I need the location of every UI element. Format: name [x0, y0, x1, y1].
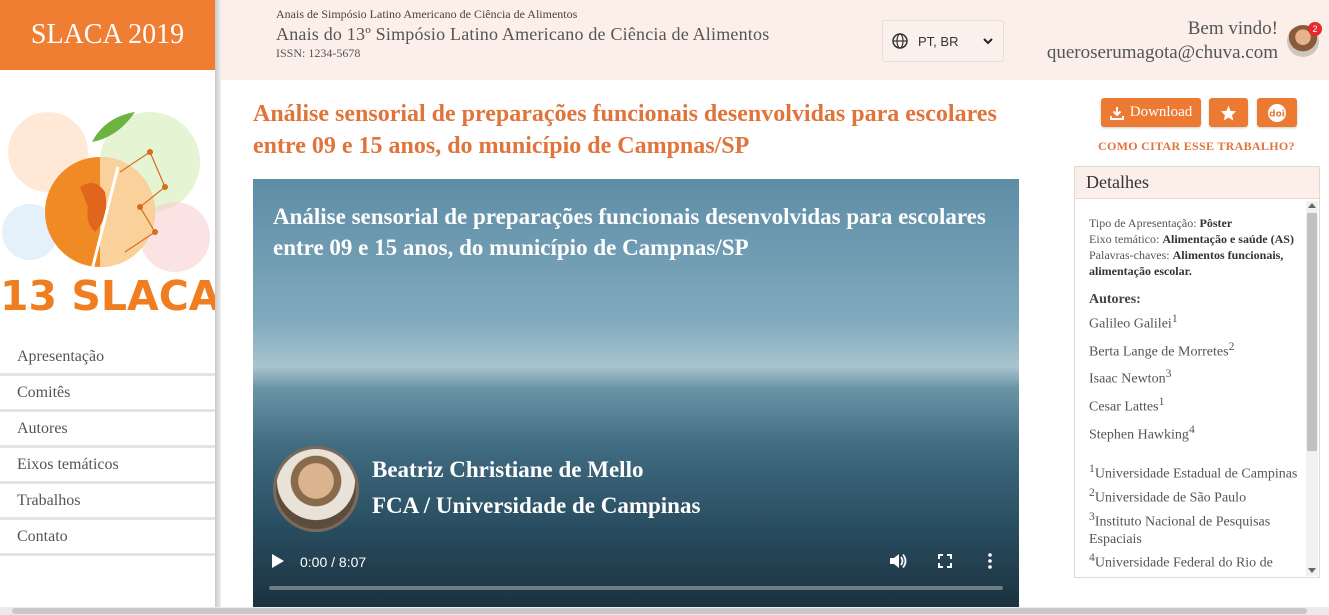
proceedings-subtitle: Anais de Simpósio Latino Americano de Ci… [276, 7, 578, 21]
details-heading: Detalhes [1075, 167, 1319, 199]
header: Anais de Simpósio Latino Americano de Ci… [221, 0, 1329, 80]
download-button[interactable]: Download [1101, 98, 1201, 127]
affiliation-item: 3Instituto Nacional de Pesquisas Espacia… [1089, 509, 1271, 548]
download-icon [1109, 106, 1124, 120]
sidebar-divider [215, 0, 221, 615]
presenter-name: Beatriz Christiane de Mello [372, 457, 644, 482]
paper-title: Análise sensorial de preparações funcion… [253, 101, 997, 159]
language-value: PT, BR [918, 33, 959, 49]
nav-item-contato[interactable]: Contato [0, 520, 215, 556]
author-item[interactable]: Berta Lange de Morretes2 [1089, 336, 1299, 364]
brand-title[interactable]: SLACA 2019 [0, 0, 215, 70]
affiliations-list: 1Universidade Estadual de Campinas 2Univ… [1089, 460, 1299, 575]
more-options-icon[interactable] [988, 553, 992, 574]
nav-item-apresentacao[interactable]: Apresentação [0, 340, 215, 376]
download-label: Download [1129, 104, 1193, 120]
horizontal-scroll-thumb[interactable] [12, 608, 1307, 614]
presenter-photo [273, 446, 359, 532]
details-body: Tipo de Apresentação: Pôster Eixo temáti… [1089, 215, 1299, 575]
notification-badge[interactable]: 2 [1308, 22, 1322, 36]
video-time: 0:00 / 8:07 [300, 554, 367, 570]
keywords-label: Palavras-chaves: [1089, 248, 1170, 262]
svg-text:doi: doi [1269, 109, 1285, 119]
scroll-down-icon[interactable] [1308, 568, 1316, 573]
nav-item-trabalhos[interactable]: Trabalhos [0, 484, 215, 520]
author-item[interactable]: Stephen Hawking4 [1089, 419, 1299, 447]
video-player[interactable]: Análise sensorial de preparações funcion… [253, 179, 1019, 615]
chevron-down-icon [983, 37, 993, 45]
presentation-type-label: Tipo de Apresentação: [1089, 216, 1197, 230]
sidebar-nav: Apresentação Comitês Autores Eixos temát… [0, 340, 215, 556]
play-icon[interactable] [271, 553, 285, 574]
author-item[interactable]: Cesar Lattes1 [1089, 391, 1299, 419]
author-item[interactable]: Isaac Newton3 [1089, 363, 1299, 391]
doi-icon: doi [1268, 103, 1286, 122]
volume-icon[interactable] [889, 553, 907, 574]
details-panel: Detalhes Tipo de Apresentação: Pôster Ei… [1074, 166, 1320, 578]
presentation-type-value: Pôster [1199, 216, 1233, 230]
video-controls: 0:00 / 8:07 [253, 541, 1019, 615]
welcome-text: Bem vindo! [1187, 18, 1278, 39]
affiliation-item: 2Universidade de São Paulo [1089, 485, 1247, 506]
scroll-thumb[interactable] [1307, 213, 1317, 451]
affiliation-item: 4Universidade Federal do Rio de Janeiro [1089, 551, 1273, 575]
horizontal-scrollbar[interactable] [0, 607, 1329, 615]
language-select[interactable]: PT, BR [882, 20, 1004, 62]
nav-item-autores[interactable]: Autores [0, 412, 215, 448]
presenter-institution: FCA / Universidade de Campinas [372, 493, 701, 518]
star-icon [1220, 105, 1237, 121]
nav-item-comites[interactable]: Comitês [0, 376, 215, 412]
doi-button[interactable]: doi [1257, 98, 1297, 127]
video-title: Análise sensorial de preparações funcion… [273, 204, 986, 260]
fullscreen-icon[interactable] [938, 554, 952, 573]
author-item[interactable]: Galileo Galilei1 [1089, 308, 1299, 336]
favorite-button[interactable] [1209, 98, 1248, 127]
video-progress-bar[interactable] [269, 586, 1003, 590]
affiliation-item: 1Universidade Estadual de Campinas [1089, 462, 1298, 482]
globe-icon [892, 33, 908, 49]
sidebar: SLACA 2019 13 SLACA Apresentação Comitês… [0, 0, 215, 615]
slaca-logo: 13 SLACA [0, 112, 215, 320]
authors-heading: Autores: [1089, 292, 1141, 307]
cite-link[interactable]: COMO CITAR ESSE TRABALHO? [1098, 139, 1295, 154]
user-email[interactable]: queroserumagota@chuva.com [1047, 42, 1278, 64]
scroll-up-icon[interactable] [1308, 203, 1316, 208]
axis-value: Alimentação e saúde (AS) [1162, 232, 1294, 246]
axis-label: Eixo temático: [1089, 232, 1160, 246]
issn: ISSN: 1234-5678 [276, 46, 361, 60]
nav-item-eixos-tematicos[interactable]: Eixos temáticos [0, 448, 215, 484]
details-scrollbar[interactable] [1306, 201, 1318, 576]
logo-text: 13 SLACA [0, 272, 215, 320]
proceedings-title: Anais do 13º Simpósio Latino Americano d… [276, 24, 770, 44]
